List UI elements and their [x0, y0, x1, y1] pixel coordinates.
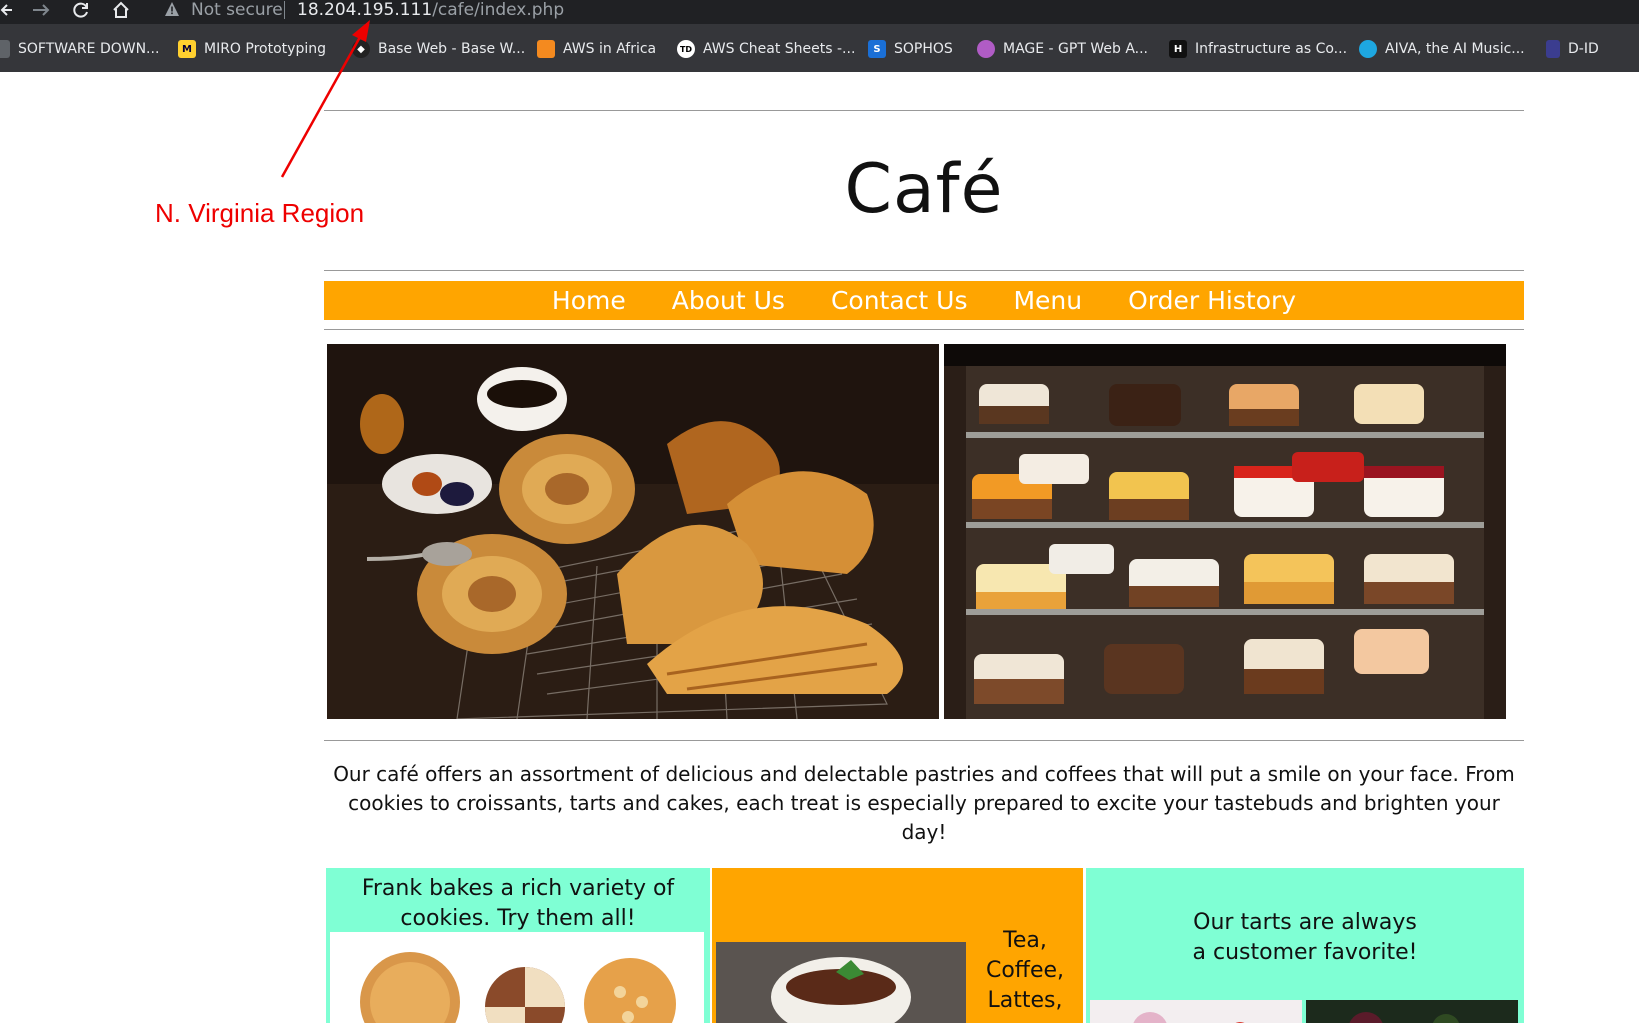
pastries-image: [327, 344, 939, 719]
miro-icon: M: [178, 40, 196, 58]
bookmark-label: MIRO Prototyping: [204, 41, 326, 57]
bookmark-label: SOFTWARE DOWN...: [18, 41, 160, 57]
url-separator: [284, 1, 285, 19]
url-path: /cafe/index.php: [432, 0, 565, 20]
did-icon: [1546, 40, 1560, 58]
tarts-box: Our tarts are always a customer favorite…: [1086, 868, 1524, 1023]
td-icon: TD: [677, 40, 695, 58]
drinks-caption: Tea, Coffee, Lattes,: [985, 928, 1065, 1013]
hot-chocolate-image: [716, 942, 966, 1023]
bookmark-label: AIVA, the AI Music...: [1385, 41, 1525, 57]
home-icon: [113, 1, 129, 18]
bookmark-software[interactable]: SOFTWARE DOWN...: [0, 38, 159, 60]
tarts-caption-line1: Our tarts are always: [1193, 910, 1417, 935]
nav-menu[interactable]: Menu: [1013, 286, 1082, 315]
reload-icon: [73, 2, 88, 18]
divider-title: [324, 270, 1524, 271]
bookmark-aiva[interactable]: AIVA, the AI Music...: [1359, 38, 1525, 60]
bookmark-label: SOPHOS: [894, 41, 953, 57]
bookmarks-bar: SOFTWARE DOWN... M MIRO Prototyping ◆ Ba…: [0, 24, 1639, 72]
mage-icon: [977, 40, 995, 58]
forward-button[interactable]: [31, 0, 51, 20]
bookmark-label: Base Web - Base W...: [378, 41, 526, 57]
drinks-box: Tea, Coffee, Lattes,: [712, 868, 1083, 1023]
cookies-box: Frank bakes a rich variety of cookies. T…: [326, 868, 710, 1023]
arrow-left-icon: [0, 4, 12, 16]
reload-button[interactable]: [71, 0, 91, 20]
bookmark-aws-africa[interactable]: AWS in Africa: [537, 38, 656, 60]
site-navbar: Home About Us Contact Us Menu Order Hist…: [324, 281, 1524, 320]
security-status[interactable]: Not secure: [191, 0, 283, 20]
baseweb-icon: ◆: [352, 40, 370, 58]
intro-text: Our café offers an assortment of delicio…: [333, 762, 1515, 844]
divider-nav: [324, 329, 1524, 330]
site-title: Café: [844, 150, 1004, 229]
home-button[interactable]: [111, 0, 131, 20]
bookmark-did[interactable]: D-ID: [1546, 38, 1599, 60]
bookmark-label: D-ID: [1568, 41, 1599, 57]
sophos-icon: S: [868, 40, 886, 58]
bookmark-label: AWS in Africa: [563, 41, 657, 57]
bookmark-label: Infrastructure as Co...: [1195, 41, 1348, 57]
cookies-image: [330, 932, 704, 1023]
bookmark-miro[interactable]: M MIRO Prototyping: [178, 38, 326, 60]
bookmark-aws-cheat-sheets[interactable]: TD AWS Cheat Sheets -...: [677, 38, 855, 60]
bookmark-infrastructure[interactable]: H Infrastructure as Co...: [1169, 38, 1347, 60]
nav-home[interactable]: Home: [552, 286, 626, 315]
tart-image-right: [1306, 1000, 1518, 1023]
bookmark-mage[interactable]: MAGE - GPT Web A...: [977, 38, 1148, 60]
nav-order-history[interactable]: Order History: [1128, 286, 1296, 315]
nav-contact-us[interactable]: Contact Us: [831, 286, 968, 315]
cookies-caption: Frank bakes a rich variety of cookies. T…: [361, 876, 675, 931]
divider-top: [324, 110, 1524, 111]
url-field[interactable]: 18.204.195.111/cafe/index.php: [297, 0, 564, 20]
bookmark-baseweb[interactable]: ◆ Base Web - Base W...: [352, 38, 525, 60]
bookmark-sophos[interactable]: S SOPHOS: [868, 38, 953, 60]
cakes-display-image: [944, 344, 1506, 719]
browser-address-bar: Not secure 18.204.195.111/cafe/index.php: [0, 0, 1639, 24]
software-icon: [0, 40, 10, 58]
bookmark-label: MAGE - GPT Web A...: [1003, 41, 1149, 57]
divider-intro: [324, 740, 1524, 741]
back-button[interactable]: [0, 0, 12, 20]
aws-cube-icon: [537, 40, 555, 58]
hashicorp-icon: H: [1169, 40, 1187, 58]
tarts-caption-line2: a customer favorite!: [1192, 940, 1418, 965]
bookmark-label: AWS Cheat Sheets -...: [703, 41, 856, 57]
nav-about-us[interactable]: About Us: [672, 286, 785, 315]
warning-icon[interactable]: [164, 1, 180, 19]
url-host: 18.204.195.111: [297, 0, 433, 20]
tart-image-left: [1090, 1000, 1302, 1023]
arrow-right-icon: [33, 4, 50, 16]
aiva-icon: [1359, 40, 1377, 58]
